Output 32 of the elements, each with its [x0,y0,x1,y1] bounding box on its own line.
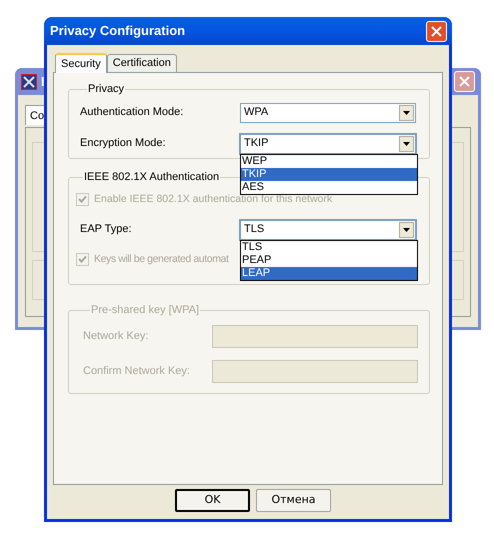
field-label: Encryption Mode: [80,136,167,152]
dropdown-option[interactable]: LEAP [241,266,417,280]
field-label: Network Key: [83,328,150,344]
field-label: Authentication Mode: [80,105,184,120]
close-icon [431,26,442,36]
group-title: IEEE 802.1X Authentication [83,170,220,185]
tab[interactable]: Security [55,53,107,73]
dropdown-field[interactable]: TKIP [240,134,416,154]
app-icon [21,74,37,90]
dropdown-field[interactable]: WPA [240,102,416,122]
caret-icon[interactable] [399,136,414,152]
field-label: EAP Type: [79,222,133,238]
dropdown-option[interactable]: PEAP [241,254,417,266]
group-title: Privacy [87,82,126,97]
close-icon[interactable] [454,71,475,92]
dropdown-option[interactable]: WEP [241,154,417,168]
window-title: Privacy Configuration [50,22,186,40]
caret-icon[interactable] [399,104,414,120]
field-label: Confirm Network Key: [83,364,191,379]
tab[interactable]: Certification [106,54,177,72]
dropdown-option[interactable]: AES [241,180,417,194]
checkbox-label: Enable IEEE 802.1X authentication for this network [94,192,332,207]
group-title: Pre-shared key [WPA] [90,303,200,318]
checkbox-label: Keys will be generated automat [94,252,229,267]
dropdown-option[interactable]: TKIP [241,168,417,180]
dialog-button[interactable]: Отмена [256,489,331,512]
dialog-button[interactable]: OK [175,489,250,512]
dropdown-field[interactable]: TLS [240,220,416,240]
close-button[interactable] [426,20,447,42]
caret-icon[interactable] [399,222,414,238]
dropdown-option[interactable]: TLS [241,240,417,254]
window-title: I [41,72,45,91]
